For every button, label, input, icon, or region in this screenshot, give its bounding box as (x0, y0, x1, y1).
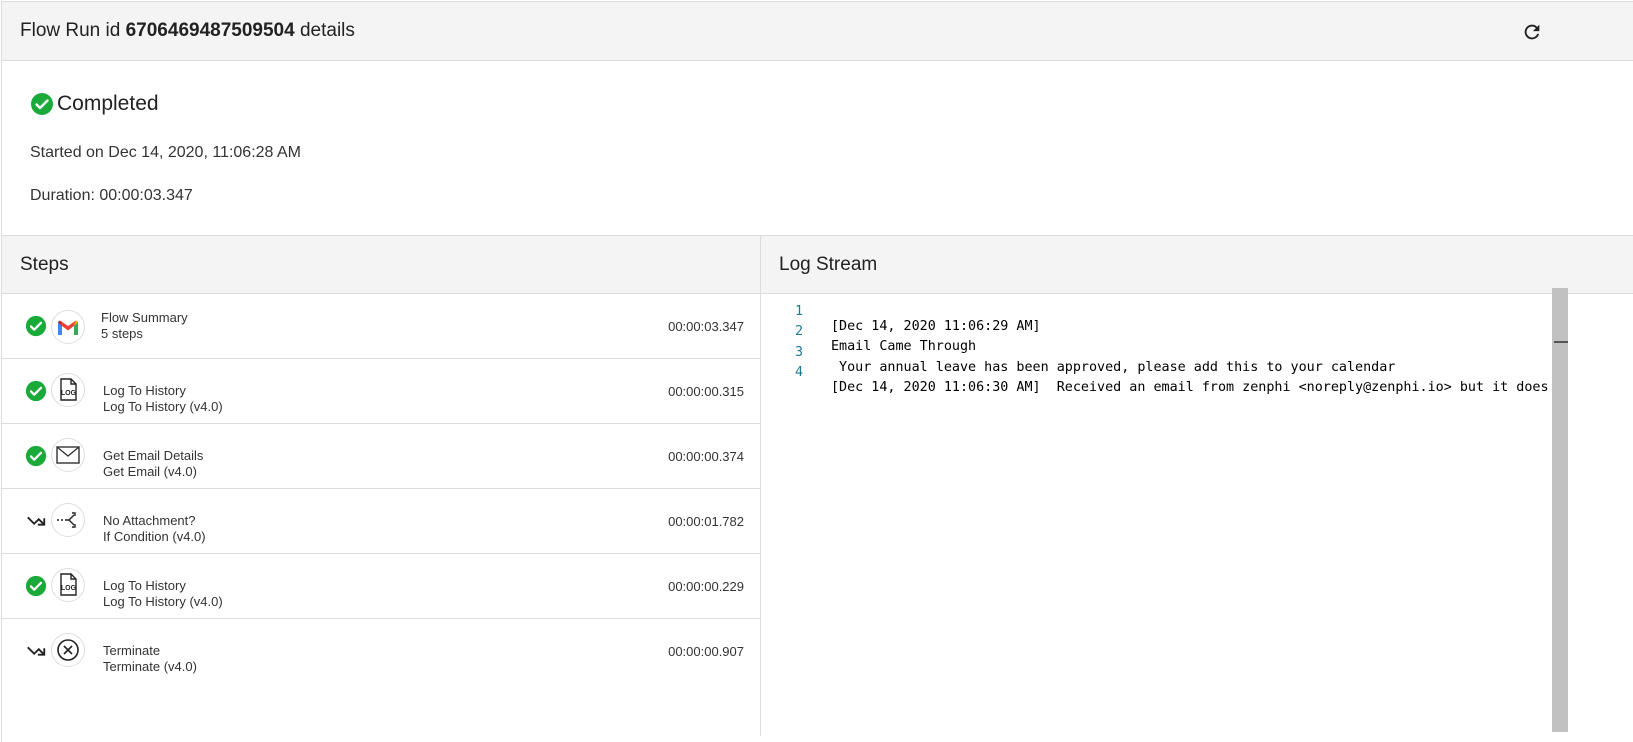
line-text: Email Came Through (831, 339, 977, 354)
log-stream-heading: Log Stream (779, 254, 878, 275)
step-time: 00:00:00.315 (668, 384, 744, 399)
step-sub: Get Email (v4.0) (103, 464, 197, 479)
svg-text:LOG: LOG (61, 585, 77, 592)
refresh-icon (1524, 24, 1540, 40)
log-stream-panel: Log Stream 1 [Dec 14, 2020 11:06:29 AM] … (761, 236, 1633, 736)
step-name: Flow Summary (101, 310, 188, 325)
log-line: 3 Your annual leave has been approved, p… (761, 330, 1395, 375)
step-name: Log To History (103, 383, 186, 398)
status-text: Completed (57, 92, 159, 115)
log-file-icon: LOG (51, 568, 85, 602)
line-number: 4 (794, 365, 803, 380)
step-time: 00:00:00.907 (668, 644, 744, 659)
check-circle-icon (25, 315, 47, 337)
page-header: Flow Run id 6706469487509504 details (2, 2, 1633, 61)
step-sub: Log To History (v4.0) (103, 399, 223, 414)
gmail-icon (51, 310, 85, 344)
status-badge: Completed (30, 92, 159, 116)
envelope-icon (51, 438, 85, 472)
page-title: Flow Run id 6706469487509504 details (20, 20, 355, 41)
line-text: Your annual leave has been approved, ple… (831, 360, 1396, 375)
run-id: 6706469487509504 (125, 20, 295, 41)
step-time: 00:00:03.347 (668, 319, 744, 334)
step-time: 00:00:01.782 (668, 514, 744, 529)
step-name: Log To History (103, 578, 186, 593)
run-summary: Completed Started on Dec 14, 2020, 11:06… (2, 61, 1633, 236)
step-row[interactable]: Flow Summary 5 steps 00:00:03.347 (2, 294, 760, 359)
log-stream-header: Log Stream (761, 236, 1633, 294)
refresh-button[interactable] (1521, 21, 1543, 43)
step-row[interactable]: LOG Log To History Log To History (v4.0)… (2, 359, 760, 424)
step-sub: If Condition (v4.0) (103, 529, 206, 544)
check-circle-icon (25, 380, 47, 402)
step-row[interactable]: No Attachment? If Condition (v4.0) 00:00… (2, 489, 760, 554)
step-time: 00:00:00.374 (668, 449, 744, 464)
branch-icon (51, 503, 85, 537)
started-on-text: Started on Dec 14, 2020, 11:06:28 AM (30, 144, 301, 161)
steps-header: Steps (2, 236, 760, 294)
log-scrollbar[interactable] (1552, 288, 1568, 732)
step-row[interactable]: Terminate Terminate (v4.0) 00:00:00.907 (2, 619, 760, 684)
log-line: 4 [Dec 14, 2020 11:06:30 AM] Received an… (761, 350, 1549, 395)
steps-panel: Steps Flow Summary 5 steps 00:00:03.347 (2, 236, 761, 736)
app-frame: Flow Run id 6706469487509504 details Com… (1, 1, 1633, 742)
check-circle-icon (25, 575, 47, 597)
step-time: 00:00:00.229 (668, 579, 744, 594)
step-name: Get Email Details (103, 448, 204, 463)
steps-heading: Steps (20, 254, 69, 275)
check-circle-icon (25, 445, 47, 467)
scrollbar-marker (1554, 341, 1568, 343)
skipped-arrow-icon (27, 516, 46, 526)
log-file-icon: LOG (51, 373, 85, 407)
log-line: 2 Email Came Through (761, 309, 976, 354)
line-text: [Dec 14, 2020 11:06:30 AM] Received an e… (831, 380, 1549, 395)
svg-text:LOG: LOG (61, 390, 77, 397)
skipped-arrow-icon (27, 646, 46, 656)
step-name: No Attachment? (103, 513, 196, 528)
line-text: [Dec 14, 2020 11:06:29 AM] (831, 319, 1041, 334)
step-sub: 5 steps (101, 326, 143, 341)
step-row[interactable]: Get Email Details Get Email (v4.0) 00:00… (2, 424, 760, 489)
step-sub: Log To History (v4.0) (103, 594, 223, 609)
log-line: 1 [Dec 14, 2020 11:06:29 AM] (761, 289, 1041, 334)
check-circle-icon (31, 93, 53, 115)
duration-text: Duration: 00:00:03.347 (30, 187, 193, 204)
terminate-icon (51, 633, 85, 667)
step-sub: Terminate (v4.0) (103, 659, 197, 674)
step-row[interactable]: LOG Log To History Log To History (v4.0)… (2, 554, 760, 619)
step-name: Terminate (103, 643, 161, 658)
